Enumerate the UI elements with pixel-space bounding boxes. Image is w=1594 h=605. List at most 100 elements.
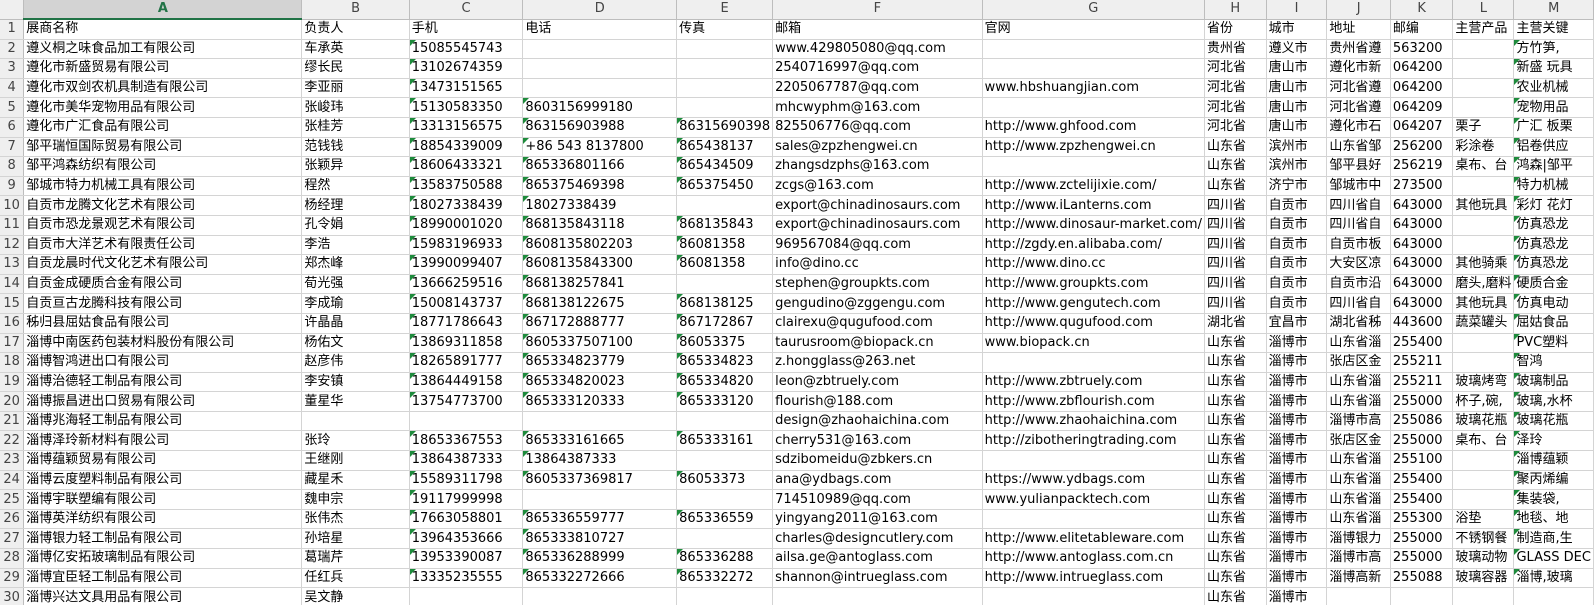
cell[interactable]: info@dino.cc xyxy=(772,254,983,275)
cell[interactable]: 自贡市 xyxy=(1266,274,1328,295)
cell[interactable]: 255000 xyxy=(1390,430,1454,452)
cell[interactable] xyxy=(982,587,1205,605)
cell[interactable]: www.hbshuangjian.com xyxy=(982,78,1205,99)
cell[interactable]: 山东省淄 xyxy=(1326,450,1391,471)
cell[interactable]: 256200 xyxy=(1390,137,1454,158)
cell[interactable]: 自贡市 xyxy=(1266,215,1328,236)
cell[interactable]: 淄博治德轻工制品有限公司 xyxy=(23,372,303,393)
cell[interactable] xyxy=(982,39,1205,60)
cell[interactable] xyxy=(676,450,774,471)
cell[interactable]: 不锈钢餐 xyxy=(1452,528,1515,550)
column-header-i[interactable]: I xyxy=(1266,0,1328,20)
cell[interactable]: 18990001020 xyxy=(409,215,524,236)
cell[interactable]: 宜昌市 xyxy=(1266,313,1328,334)
cell[interactable]: 李成瑜 xyxy=(301,293,410,314)
cell[interactable]: flourish@188.com xyxy=(772,391,983,412)
cell[interactable]: http://zgdy.en.alibaba.com/ xyxy=(982,235,1205,256)
cell[interactable] xyxy=(301,411,410,432)
cell[interactable] xyxy=(982,509,1205,530)
cell[interactable]: 遵化市新 xyxy=(1326,58,1391,79)
cell[interactable]: 四川省 xyxy=(1204,235,1267,256)
cell[interactable]: 遵化市广汇食品有限公司 xyxy=(23,117,303,138)
cell[interactable]: 自贡市龙腾文化艺术有限公司 xyxy=(23,195,303,216)
cell[interactable]: 865333161665 xyxy=(522,430,678,452)
row-number[interactable]: 17 xyxy=(0,333,25,354)
cell[interactable]: 四川省 xyxy=(1204,195,1267,216)
cell[interactable]: yingyang2011@163.com xyxy=(772,509,983,530)
cell[interactable]: GLASS DEC xyxy=(1513,548,1594,569)
cell[interactable]: 8605337369817 xyxy=(522,470,678,491)
cell[interactable]: 山东省 xyxy=(1204,156,1267,177)
cell[interactable]: 15983196933 xyxy=(409,235,524,256)
cell[interactable]: 86053375 xyxy=(676,333,774,354)
cell[interactable]: 彩灯 花灯 xyxy=(1513,195,1594,216)
cell[interactable]: 蔬菜罐头 xyxy=(1452,313,1515,334)
cell[interactable]: 磨头,磨料 xyxy=(1452,274,1515,295)
cell[interactable]: 河北省遵 xyxy=(1326,78,1391,99)
cell[interactable]: 山东省 xyxy=(1204,430,1267,452)
cell[interactable] xyxy=(676,97,774,118)
column-header-f[interactable]: F xyxy=(772,0,983,20)
cell[interactable]: 山东省 xyxy=(1204,411,1267,432)
cell[interactable]: 255086 xyxy=(1390,411,1454,432)
cell[interactable]: 遵化市石 xyxy=(1326,117,1391,138)
cell[interactable]: http://www.zpzhengwei.cn xyxy=(982,137,1205,158)
cell[interactable]: 自贡市恐龙景观艺术有限公司 xyxy=(23,215,303,236)
cell[interactable]: http://www.zhaohaichina.com xyxy=(982,411,1205,432)
cell[interactable]: 藏星禾 xyxy=(301,470,410,491)
cell[interactable]: 山东省 xyxy=(1204,470,1267,491)
cell[interactable]: 86081358 xyxy=(676,235,774,256)
cell[interactable]: 孙培星 xyxy=(301,528,410,550)
row-number[interactable]: 15 xyxy=(0,293,25,314)
cell[interactable]: export@chinadinosaurs.com xyxy=(772,215,983,236)
cell[interactable]: 四川省自 xyxy=(1326,293,1391,314)
cell[interactable] xyxy=(1326,587,1391,605)
cell[interactable] xyxy=(522,489,678,510)
cell[interactable]: 邹城市特力机械工具有限公司 xyxy=(23,176,303,197)
cell[interactable]: 18027338439 xyxy=(409,195,524,216)
cell[interactable]: 淄博市 xyxy=(1266,548,1328,569)
cell[interactable]: 淄博亿安拓玻璃制品有限公司 xyxy=(23,548,303,569)
cell[interactable]: sales@zpzhengwei.cn xyxy=(772,137,983,158)
cell[interactable]: 许晶晶 xyxy=(301,313,410,334)
cell[interactable] xyxy=(522,58,678,79)
cell[interactable]: http://www.zctelijixie.com/ xyxy=(982,176,1205,197)
cell[interactable]: 玻璃制品 xyxy=(1513,372,1594,393)
cell[interactable]: 车承英 xyxy=(301,39,410,60)
cell[interactable]: 吴文静 xyxy=(301,587,410,605)
cell[interactable]: 仿真电动 xyxy=(1513,293,1594,314)
cell[interactable]: 范钱钱 xyxy=(301,137,410,158)
cell[interactable]: clairexu@qugufood.com xyxy=(772,313,983,334)
cell[interactable]: 玻璃容器 xyxy=(1452,568,1515,589)
cell[interactable]: http://www.zbflourish.com xyxy=(982,391,1205,412)
cell[interactable]: 868138125 xyxy=(676,293,774,314)
cell[interactable]: 863156903988 xyxy=(522,117,678,138)
cell[interactable]: 特力机械 xyxy=(1513,176,1594,197)
row-number[interactable]: 12 xyxy=(0,235,25,256)
cell[interactable]: 淄博英洋纺织有限公司 xyxy=(23,509,303,530)
cell[interactable] xyxy=(982,97,1205,118)
column-header-b[interactable]: B xyxy=(301,0,410,20)
cell[interactable]: z.hongglass@263.net xyxy=(772,352,983,373)
cell[interactable]: design@zhaohaichina.com xyxy=(772,411,983,432)
cell[interactable]: 自贡龙晨时代文化艺术有限公司 xyxy=(23,254,303,275)
cell[interactable]: http://www.antoglass.com.cn xyxy=(982,548,1205,569)
cell[interactable]: 13473151565 xyxy=(409,78,524,99)
cell[interactable]: http://www.zbtruely.com xyxy=(982,372,1205,393)
cell[interactable]: 山东省 xyxy=(1204,509,1267,530)
column-header-k[interactable]: K xyxy=(1390,0,1454,20)
row-number[interactable]: 7 xyxy=(0,137,25,158)
cell[interactable]: 滨州市 xyxy=(1266,137,1328,158)
cell[interactable]: 山东省淄 xyxy=(1326,333,1391,354)
cell[interactable]: 13335235555 xyxy=(409,568,524,589)
cell[interactable]: 淄博蕴颖 xyxy=(1513,450,1594,471)
cell[interactable]: 2540716997@qq.com xyxy=(772,58,983,79)
cell[interactable] xyxy=(1452,78,1515,99)
header-cell[interactable]: 地址 xyxy=(1326,19,1391,40)
cell[interactable]: 彩涂卷 xyxy=(1452,137,1515,158)
row-number[interactable]: 25 xyxy=(0,489,25,510)
cell[interactable]: 山东省淄 xyxy=(1326,391,1391,412)
cell[interactable]: 四川省 xyxy=(1204,293,1267,314)
cell[interactable]: 13583750588 xyxy=(409,176,524,197)
cell[interactable]: 13102674359 xyxy=(409,58,524,79)
